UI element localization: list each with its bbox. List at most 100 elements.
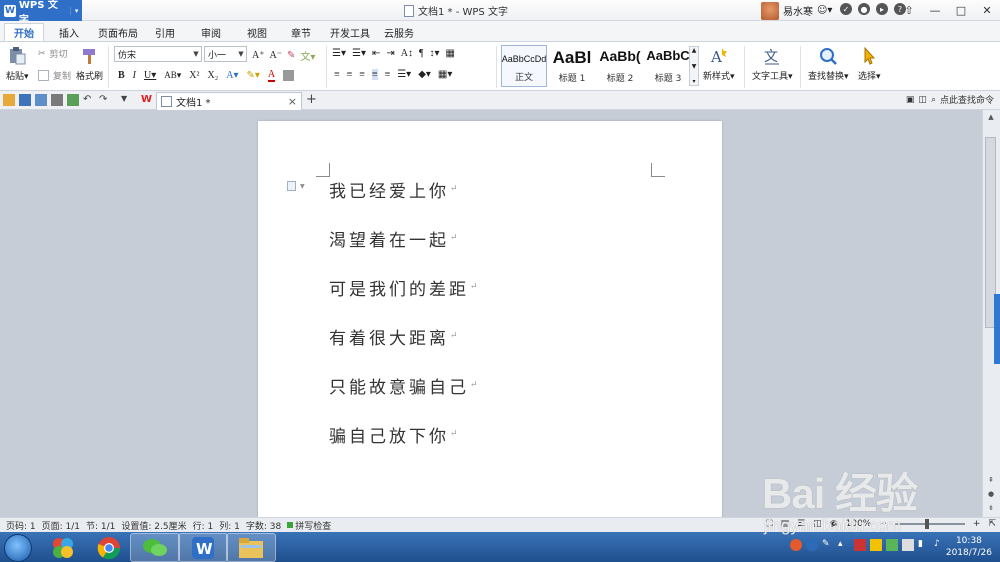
- highlight-icon[interactable]: ✎▾: [247, 70, 260, 81]
- zoom-slider-knob[interactable]: [924, 519, 929, 529]
- skin-icon[interactable]: ◫: [918, 95, 927, 105]
- font-size-select[interactable]: 小一 ▼: [204, 46, 247, 62]
- chevron-down-icon[interactable]: ▼: [236, 50, 246, 58]
- outline-view-icon[interactable]: ☰: [797, 519, 805, 529]
- show-marks-icon[interactable]: ¶: [419, 48, 424, 59]
- avatar[interactable]: [761, 1, 779, 20]
- shading-icon[interactable]: ◆▾: [418, 69, 431, 80]
- status-page-number[interactable]: 页码: 1: [6, 519, 36, 532]
- taskbar-app[interactable]: [84, 533, 134, 562]
- font-color-icon[interactable]: A: [267, 69, 276, 82]
- text-effect-icon[interactable]: A▾: [226, 70, 238, 81]
- new-style-button[interactable]: A 新样式▾: [703, 46, 735, 82]
- status-pages[interactable]: 页面: 1/1: [42, 519, 80, 532]
- chevron-down-icon[interactable]: ▼: [692, 63, 697, 70]
- scroll-up-icon[interactable]: ▲: [983, 110, 999, 124]
- style-gallery-scroll[interactable]: ▲ ▼ ▾: [689, 46, 699, 86]
- taskbar-app[interactable]: [130, 533, 180, 562]
- redo-icon[interactable]: ↷: [99, 94, 111, 106]
- style-normal[interactable]: AaBbCcDd 正文: [501, 45, 547, 87]
- find-command-box[interactable]: ▣ ◫ ⌕ 点此查找命令: [906, 93, 994, 107]
- expand-icon[interactable]: ▾: [692, 78, 695, 85]
- document-body[interactable]: 我已经爱上你 ↵ 渴望着在一起 ↵ 可是我们的差距 ↵ 有着很大距离 ↵ 只能故意骗自己…: [329, 177, 481, 471]
- undo-icon[interactable]: ↶: [83, 94, 95, 106]
- chevron-down-icon[interactable]: ▾: [70, 6, 82, 15]
- increase-indent-icon[interactable]: ⇥: [386, 48, 394, 59]
- underline-icon[interactable]: U▾: [144, 70, 156, 81]
- justify-icon[interactable]: ≡: [371, 69, 378, 80]
- chevron-up-icon[interactable]: ▲: [692, 47, 697, 54]
- paste-button[interactable]: 粘贴▾: [6, 46, 29, 82]
- taskbar-app[interactable]: [226, 533, 276, 562]
- style-heading-2[interactable]: AaBb( 标题 2: [597, 45, 643, 87]
- export-pdf-icon[interactable]: [35, 94, 47, 106]
- select-button[interactable]: 选择▾: [858, 46, 881, 82]
- subscript-icon[interactable]: X₂: [208, 70, 219, 81]
- minimize-button[interactable]: —: [922, 0, 948, 21]
- tray-app-icon[interactable]: [790, 539, 802, 551]
- taskbar-clock[interactable]: 10:38 2018/7/26: [946, 535, 992, 559]
- superscript-icon[interactable]: X²: [189, 70, 199, 81]
- format-painter-button[interactable]: 格式刷: [76, 46, 103, 82]
- restore-up-icon[interactable]: ⇧: [896, 0, 922, 21]
- align-left-icon[interactable]: ≡: [334, 69, 340, 80]
- status-column[interactable]: 列: 1: [219, 519, 240, 532]
- wps-doc-icon[interactable]: W: [141, 94, 153, 106]
- user-dropdown-icon[interactable]: ☺▾: [817, 5, 832, 16]
- side-panel-toggle[interactable]: [994, 294, 1000, 364]
- tray-device-icon[interactable]: [902, 539, 914, 551]
- style-heading-1[interactable]: AaBl 标题 1: [549, 45, 595, 87]
- tray-security-icon[interactable]: [854, 539, 866, 551]
- tab-page-layout[interactable]: 页面布局: [94, 23, 142, 41]
- zoom-out-icon[interactable]: −: [879, 519, 887, 529]
- bullet-list-icon[interactable]: ☰▾: [332, 48, 346, 59]
- text-tools-button[interactable]: 文 文字工具▾: [752, 46, 793, 82]
- tray-help-icon[interactable]: [806, 539, 818, 551]
- message-icon[interactable]: ▣: [906, 95, 915, 105]
- tray-volume-icon[interactable]: ♪: [934, 539, 946, 551]
- zoom-level[interactable]: 100%: [846, 519, 872, 529]
- zoom-slider[interactable]: [894, 519, 965, 529]
- open-icon[interactable]: [3, 94, 15, 106]
- maximize-button[interactable]: □: [948, 0, 974, 21]
- eye-protection-icon[interactable]: ◉: [830, 519, 838, 529]
- new-tab-button[interactable]: +: [306, 92, 317, 107]
- phonetic-icon[interactable]: 文▾: [300, 48, 315, 63]
- start-button[interactable]: [4, 534, 32, 562]
- restore-icon[interactable]: ⇱: [988, 519, 996, 529]
- bold-icon[interactable]: B: [118, 70, 125, 81]
- text-line[interactable]: 我已经爱上你 ↵: [329, 177, 481, 226]
- line-spacing-2-icon[interactable]: ☰▾: [397, 69, 411, 80]
- decrease-indent-icon[interactable]: ⇤: [372, 48, 380, 59]
- tab-view[interactable]: 视图: [240, 23, 274, 41]
- sort-icon[interactable]: A↕: [401, 48, 413, 59]
- close-icon[interactable]: ×: [288, 95, 297, 108]
- copy-button[interactable]: 复制: [38, 69, 71, 82]
- italic-icon[interactable]: I: [133, 70, 136, 81]
- tray-flag-icon[interactable]: [870, 539, 882, 551]
- cut-button[interactable]: ✂ 剪切: [38, 47, 68, 61]
- text-line[interactable]: 骗自己放下你 ↵: [329, 422, 481, 471]
- print-preview-icon[interactable]: [67, 94, 79, 106]
- select-browse-icon[interactable]: ●: [983, 487, 999, 501]
- print-icon[interactable]: [51, 94, 63, 106]
- numbered-list-icon[interactable]: ☰▾: [352, 48, 366, 59]
- next-page-icon[interactable]: ⇟: [983, 501, 999, 515]
- tab-references[interactable]: 引用: [148, 23, 182, 41]
- strikethrough-icon[interactable]: AB▾: [164, 70, 181, 81]
- web-view-icon[interactable]: ◫: [813, 519, 822, 529]
- clear-format-icon[interactable]: ✎: [287, 50, 295, 61]
- tab-developer[interactable]: 开发工具: [328, 23, 372, 41]
- tab-chapter[interactable]: 章节: [284, 23, 318, 41]
- previous-page-icon[interactable]: ⇞: [983, 473, 999, 487]
- tab-insert[interactable]: 插入: [52, 23, 86, 41]
- line-spacing-icon[interactable]: ↕▾: [430, 48, 440, 59]
- distribute-icon[interactable]: ≡: [385, 69, 391, 80]
- status-setting[interactable]: 设置值: 2.5厘米: [121, 519, 186, 532]
- text-line[interactable]: 可是我们的差距 ↵: [329, 275, 481, 324]
- status-word-count[interactable]: 字数: 38: [246, 519, 281, 532]
- font-family-select[interactable]: 仿宋 ▼: [114, 46, 202, 62]
- borders-icon[interactable]: ▦▾: [438, 69, 452, 80]
- tab-home[interactable]: 开始: [4, 23, 44, 41]
- tray-expand-icon[interactable]: ▴: [838, 539, 850, 551]
